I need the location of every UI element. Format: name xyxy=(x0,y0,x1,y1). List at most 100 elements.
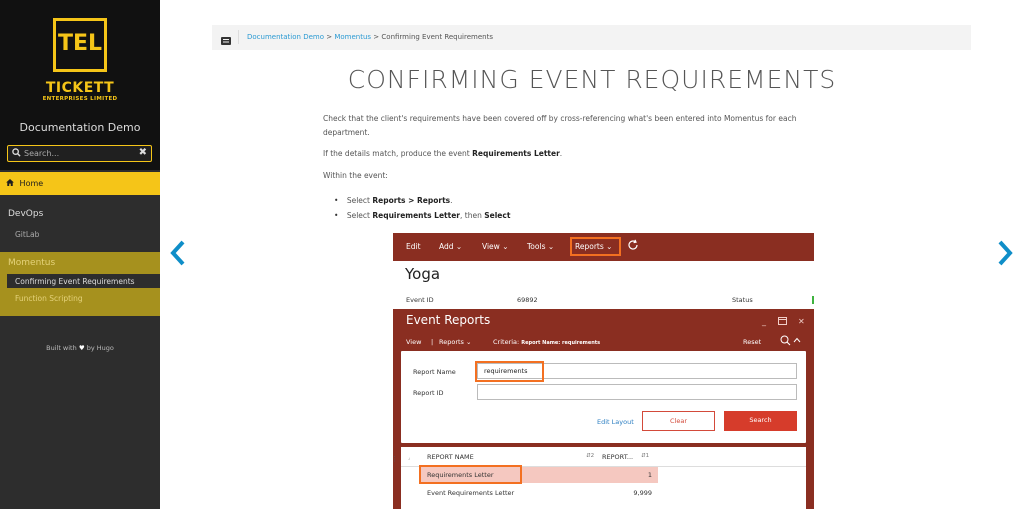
sidebar-item-home-label: Home xyxy=(19,179,44,188)
column-header-report: REPORT... xyxy=(602,453,634,461)
list-item-text: Select xyxy=(346,211,370,220)
paragraph-end: . xyxy=(559,149,563,158)
panel-title: Event Reports xyxy=(406,313,491,327)
bold-requirements-letter: Requirements Letter xyxy=(372,211,461,220)
menu-edit: Edit xyxy=(406,242,421,251)
sort-icon: ⇵2 xyxy=(586,453,595,459)
paragraph-details-match: If the details match, produce the event … xyxy=(323,147,843,161)
criteria-value: Report Name: requirements xyxy=(521,340,601,346)
breadcrumb-current: Confirming Event Requirements xyxy=(381,33,493,41)
event-id-label: Event ID xyxy=(406,296,434,304)
logo-tagline: ENTERPRISES LIMITED xyxy=(42,96,118,102)
sort-icon: ⇵1 xyxy=(641,453,650,459)
list-item-end: . xyxy=(450,196,453,205)
table-cell-value: 1 xyxy=(647,471,652,479)
reset-link: Reset xyxy=(743,338,762,346)
bold-reports-path: Reports > Reports xyxy=(372,196,451,205)
built-with-footer: Built with ♥ by Hugo xyxy=(0,344,160,352)
page: TEL TICKETT ENTERPRISES LIMITED Document… xyxy=(0,0,1024,509)
menu-tools: Tools ⌄ xyxy=(527,242,554,251)
menu-add: Add ⌄ xyxy=(439,242,462,251)
list-item: Select Reports > Reports. xyxy=(334,193,510,208)
criteria-text: Criteria: Report Name: requirements xyxy=(493,338,600,346)
chevron-down-icon: ⌄ xyxy=(466,338,472,346)
refresh-icon xyxy=(627,239,639,253)
menu-tools-label: Tools xyxy=(527,242,546,251)
search-box: ✖ xyxy=(7,145,152,162)
search-icon xyxy=(780,335,791,348)
sidebar-section-momentus[interactable]: Momentus xyxy=(8,258,55,268)
next-page-chevron-right-icon[interactable] xyxy=(995,240,1015,270)
logo-mark-text: TEL xyxy=(57,31,103,56)
sidebar-header: TEL TICKETT ENTERPRISES LIMITED Document… xyxy=(0,0,160,170)
paragraph-within-event: Within the event: xyxy=(323,171,388,180)
menu-toggle-icon[interactable] xyxy=(221,31,231,45)
breadcrumb-separator: > xyxy=(326,33,333,41)
logo-mark[interactable]: TEL xyxy=(53,18,107,72)
search-input[interactable] xyxy=(24,147,134,160)
search-icon xyxy=(12,148,21,160)
chevron-up-icon xyxy=(793,337,801,345)
sidebar-section-devops[interactable]: DevOps xyxy=(8,209,43,219)
menu-add-label: Add xyxy=(439,242,454,251)
table-cell-name: Event Requirements Letter xyxy=(427,489,515,497)
edit-layout-link: Edit Layout xyxy=(597,418,634,426)
table-cell-value: 9,999 xyxy=(633,489,652,497)
panel-sub-reports: Reports ⌄ xyxy=(439,338,471,346)
close-icon: ✕ xyxy=(798,317,805,326)
event-id-value: 69892 xyxy=(517,296,538,304)
event-name: Yoga xyxy=(405,265,441,283)
paragraph-intro: Check that the client's requirements hav… xyxy=(323,114,797,137)
drag-handle-icon: ⋮ xyxy=(391,455,398,463)
momentus-screenshot: Edit Add ⌄ View ⌄ Tools ⌄ Reports ⌄ Yoga… xyxy=(393,233,814,509)
list-item-text: Select xyxy=(346,196,370,205)
reports-highlight xyxy=(570,237,621,256)
steps-list: Select Reports > Reports. Select Require… xyxy=(334,193,511,223)
report-id-input xyxy=(477,384,797,400)
panel-sub-reports-label: Reports xyxy=(439,338,464,346)
sidebar-section-momentus-block: Momentus Confirming Event Requirements F… xyxy=(0,252,160,316)
close-icon[interactable]: ✖ xyxy=(139,147,147,158)
site-title[interactable]: Documentation Demo xyxy=(0,121,160,134)
menu-view: View ⌄ xyxy=(482,242,509,251)
breadcrumb-separator: > xyxy=(373,33,380,41)
sidebar-item-home[interactable]: Home xyxy=(0,172,160,195)
breadcrumb-trail: Documentation Demo > Momentus > Confirmi… xyxy=(247,33,493,41)
breadcrumb-divider xyxy=(238,30,239,44)
criteria-label: Criteria: xyxy=(493,338,520,346)
search-button: Search xyxy=(724,411,797,431)
paragraph-text: If the details match, produce the event xyxy=(323,149,470,158)
logo-name: TICKETT xyxy=(45,80,115,96)
heart-icon: ♥ xyxy=(78,344,85,352)
prev-page-chevron-left-icon[interactable] xyxy=(168,240,188,270)
list-item-mid: , then xyxy=(460,211,482,220)
grid-select-marker: ⌟ xyxy=(408,455,411,461)
panel-sub-separator: | xyxy=(431,338,434,346)
sidebar: TEL TICKETT ENTERPRISES LIMITED Document… xyxy=(0,0,160,509)
sidebar-item-gitlab[interactable]: GitLab xyxy=(15,230,39,239)
minimize-icon: _ xyxy=(762,317,766,326)
sidebar-item-confirming-event-requirements[interactable]: Confirming Event Requirements xyxy=(7,274,160,288)
table-row: Event Requirements Letter 9,999 xyxy=(421,485,658,501)
built-with-text: Built with xyxy=(46,344,77,352)
status-label: Status xyxy=(732,296,753,304)
report-name-label: Report Name xyxy=(413,368,456,376)
column-header-report-name: REPORT NAME xyxy=(427,453,474,461)
home-icon xyxy=(6,179,17,188)
sidebar-item-function-scripting[interactable]: Function Scripting xyxy=(15,294,83,303)
panel-sub-view: View xyxy=(406,338,422,346)
chevron-down-icon: ⌄ xyxy=(547,242,555,251)
bold-select: Select xyxy=(484,211,511,220)
requirements-letter-highlight xyxy=(419,465,522,484)
momentus-menu-bar: Edit Add ⌄ View ⌄ Tools ⌄ Reports ⌄ xyxy=(393,233,814,261)
menu-view-label: View xyxy=(482,242,500,251)
chevron-down-icon: ⌄ xyxy=(502,242,509,251)
window-icon xyxy=(778,317,787,327)
clear-button: Clear xyxy=(642,411,715,431)
status-indicator xyxy=(812,296,814,304)
built-by-text: by Hugo xyxy=(86,344,114,352)
report-name-highlight xyxy=(475,361,544,382)
chevron-down-icon: ⌄ xyxy=(455,242,463,251)
breadcrumb-link-documentation-demo[interactable]: Documentation Demo xyxy=(247,33,324,41)
breadcrumb-link-momentus[interactable]: Momentus xyxy=(334,33,371,41)
